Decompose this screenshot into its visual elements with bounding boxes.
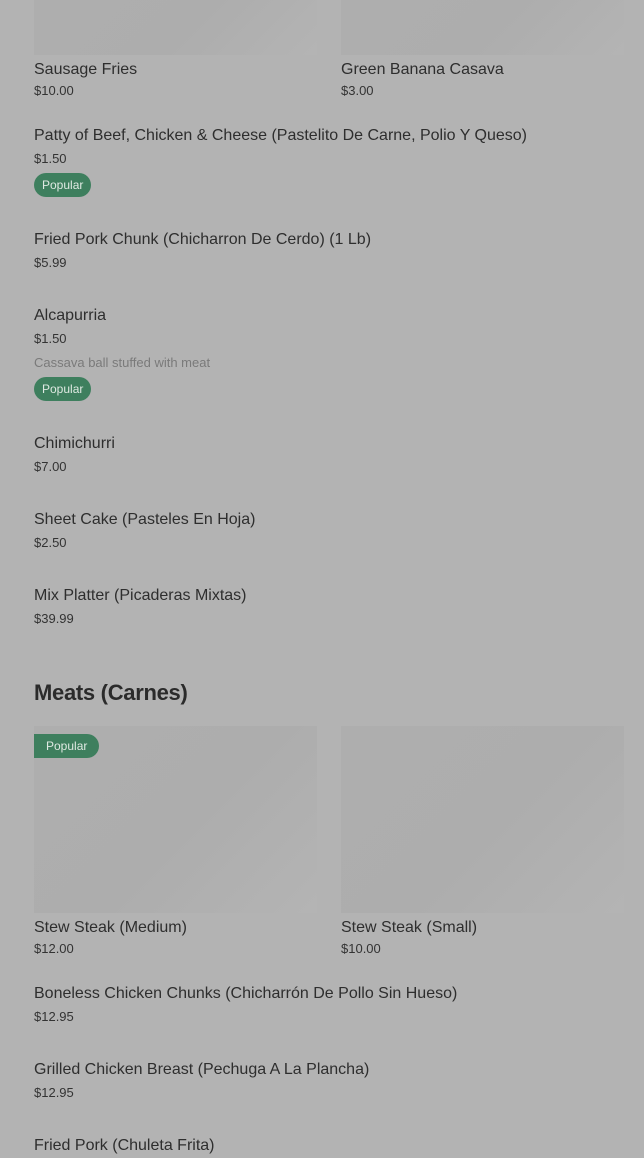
item-name: Fried Pork Chunk (Chicharron De Cerdo) (… [34,231,372,248]
item-price: $10.00 [341,941,381,956]
item-image [341,0,624,55]
item-price: $39.99 [34,611,74,626]
item-name: Stew Steak (Medium) [34,919,187,936]
item-name: Boneless Chicken Chunks (Chicharrón De P… [34,985,458,1002]
popular-badge: Popular [34,377,92,401]
menu-card-stew-steak-small[interactable]: Stew Steak (Small) $10.00 [341,726,624,957]
item-price: $7.00 [34,459,67,474]
menu-card-stew-steak-medium[interactable]: Popular Stew Steak (Medium) $12.00 [34,726,317,957]
menu-item-pastelito[interactable]: Patty of Beef, Chicken & Cheese (Pasteli… [34,126,624,197]
section-title-meats: Meats (Carnes) [34,680,188,705]
menu-item-boneless-chicken-chunks[interactable]: Boneless Chicken Chunks (Chicharrón De P… [34,984,624,1025]
item-name: Patty of Beef, Chicken & Cheese (Pasteli… [34,127,527,144]
item-description: Cassava ball stuffed with meat [34,355,211,370]
menu-item-mix-platter[interactable]: Mix Platter (Picaderas Mixtas) $39.99 [34,586,624,627]
item-image: Popular [34,726,317,913]
item-image [341,726,624,913]
popular-badge: Popular [34,734,100,758]
menu-item-alcapurria[interactable]: Alcapurria $1.50 Cassava ball stuffed wi… [34,306,624,401]
menu-item-chicharron-de-cerdo[interactable]: Fried Pork Chunk (Chicharron De Cerdo) (… [34,230,624,271]
item-name: Stew Steak (Small) [341,919,478,936]
item-name: Fried Pork (Chuleta Frita) [34,1137,215,1154]
top-card-row: Sausage Fries $10.00 Green Banana Casava… [34,0,624,99]
popular-badge: Popular [34,173,92,197]
item-price: $1.50 [34,151,67,166]
meats-card-row: Popular Stew Steak (Medium) $12.00 Stew … [34,726,624,957]
item-name: Green Banana Casava [341,61,504,78]
item-price: $1.50 [34,331,67,346]
item-price: $12.95 [34,1009,74,1024]
menu-item-fried-pork[interactable]: Fried Pork (Chuleta Frita) [34,1136,624,1156]
menu-card-sausage-fries[interactable]: Sausage Fries $10.00 [34,0,317,99]
item-name: Sausage Fries [34,61,138,78]
item-name: Chimichurri [34,435,115,452]
item-price: $12.00 [34,941,74,956]
item-name: Mix Platter (Picaderas Mixtas) [34,587,247,604]
item-name: Alcapurria [34,307,107,324]
item-price: $2.50 [34,535,67,550]
menu-card-green-banana-casava[interactable]: Green Banana Casava $3.00 [341,0,624,99]
item-price: $10.00 [34,83,74,98]
item-price: $3.00 [341,83,374,98]
item-name: Grilled Chicken Breast (Pechuga A La Pla… [34,1061,370,1078]
item-price: $5.99 [34,255,67,270]
menu-item-chimichurri[interactable]: Chimichurri $7.00 [34,434,624,475]
menu-item-sheet-cake[interactable]: Sheet Cake (Pasteles En Hoja) $2.50 [34,510,624,551]
item-image [34,0,317,55]
menu-page: Sausage Fries $10.00 Green Banana Casava… [0,0,644,1158]
item-name: Sheet Cake (Pasteles En Hoja) [34,511,256,528]
item-price: $12.95 [34,1085,74,1100]
menu-item-grilled-chicken-breast[interactable]: Grilled Chicken Breast (Pechuga A La Pla… [34,1060,624,1101]
